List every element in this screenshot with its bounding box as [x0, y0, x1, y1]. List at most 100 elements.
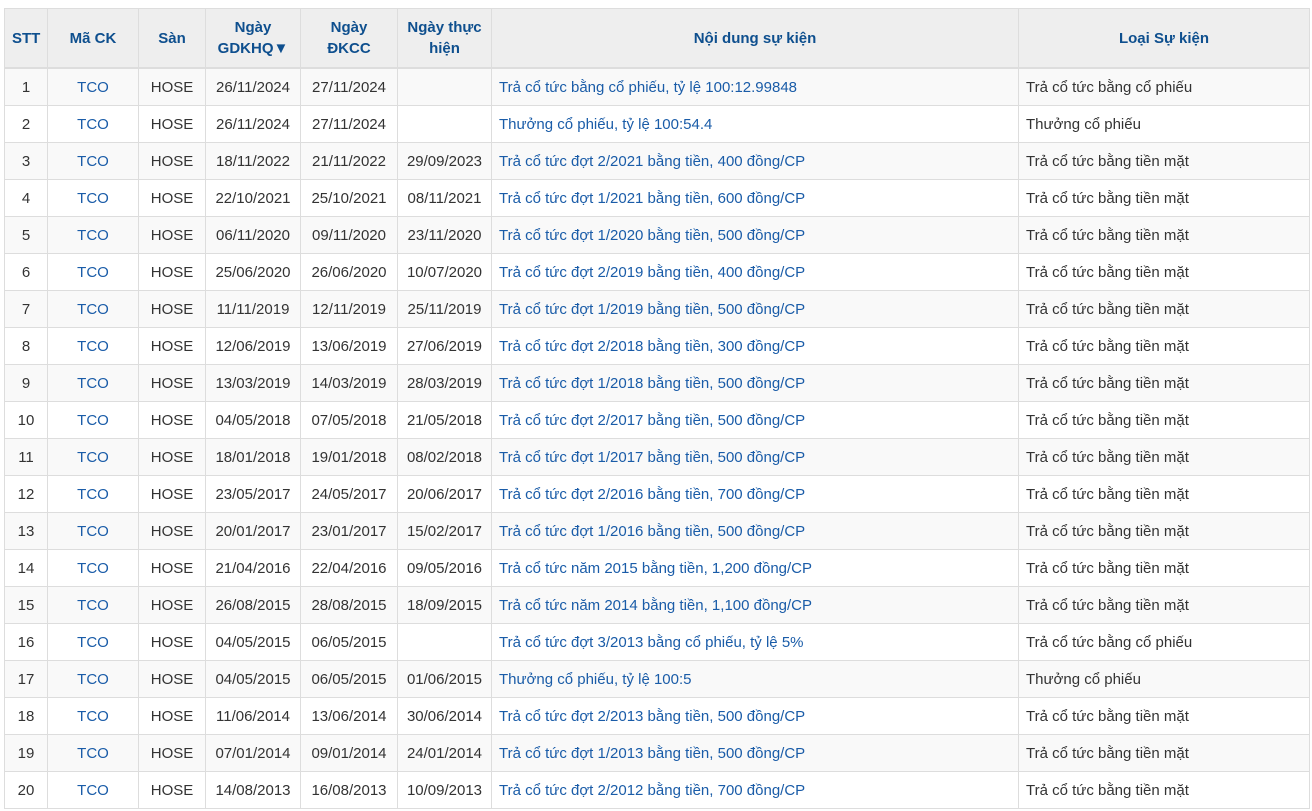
header-ex-date-sort[interactable]: Ngày GDKHQ▼ [205, 8, 301, 69]
symbol-link[interactable]: TCO [47, 660, 139, 698]
event-content-link[interactable]: Trả cổ tức đợt 2/2018 bằng tiền, 300 đồn… [491, 327, 1019, 365]
event-content-link[interactable]: Trả cổ tức đợt 1/2020 bằng tiền, 500 đồn… [491, 216, 1019, 254]
event-content-link[interactable]: Trả cổ tức đợt 1/2019 bằng tiền, 500 đồn… [491, 290, 1019, 328]
ex-date-cell: 26/11/2024 [205, 105, 301, 143]
stt-cell: 9 [4, 364, 48, 402]
table-row: 18 TCO HOSE 11/06/2014 13/06/2014 30/06/2014 T… [4, 697, 1310, 735]
event-content-link[interactable]: Trả cổ tức đợt 2/2017 bằng tiền, 500 đồn… [491, 401, 1019, 439]
ex-date-cell: 22/10/2021 [205, 179, 301, 217]
stt-cell: 11 [4, 438, 48, 476]
event-content-link[interactable]: Trả cổ tức đợt 2/2021 bằng tiền, 400 đồn… [491, 142, 1019, 180]
ex-date-cell: 04/05/2015 [205, 623, 301, 661]
record-date-cell: 24/05/2017 [300, 475, 398, 513]
event-type-cell: Trả cổ tức bằng tiền mặt [1018, 438, 1310, 476]
symbol-link[interactable]: TCO [47, 734, 139, 772]
ex-date-cell: 11/11/2019 [205, 290, 301, 328]
event-content-link[interactable]: Trả cổ tức năm 2015 bằng tiền, 1,200 đồn… [491, 549, 1019, 587]
stt-cell: 2 [4, 105, 48, 143]
symbol-link[interactable]: TCO [47, 253, 139, 291]
event-content-link[interactable]: Trả cổ tức đợt 2/2016 bằng tiền, 700 đồn… [491, 475, 1019, 513]
event-type-cell: Trả cổ tức bằng tiền mặt [1018, 734, 1310, 772]
record-date-cell: 25/10/2021 [300, 179, 398, 217]
symbol-link[interactable]: TCO [47, 697, 139, 735]
record-date-cell: 19/01/2018 [300, 438, 398, 476]
ex-date-cell: 25/06/2020 [205, 253, 301, 291]
event-content-link[interactable]: Trả cổ tức bằng cổ phiếu, tỷ lệ 100:12.9… [491, 67, 1019, 106]
exec-date-cell: 27/06/2019 [397, 327, 492, 365]
event-content-link[interactable]: Trả cổ tức đợt 1/2017 bằng tiền, 500 đồn… [491, 438, 1019, 476]
ex-date-cell: 12/06/2019 [205, 327, 301, 365]
symbol-link[interactable]: TCO [47, 512, 139, 550]
exec-date-cell: 15/02/2017 [397, 512, 492, 550]
ex-date-cell: 26/11/2024 [205, 67, 301, 106]
event-content-link[interactable]: Trả cổ tức đợt 1/2013 bằng tiền, 500 đồn… [491, 734, 1019, 772]
symbol-link[interactable]: TCO [47, 438, 139, 476]
exec-date-cell [397, 623, 492, 661]
stt-cell: 18 [4, 697, 48, 735]
symbol-link[interactable]: TCO [47, 364, 139, 402]
exec-date-cell: 21/05/2018 [397, 401, 492, 439]
event-content-link[interactable]: Trả cổ tức đợt 2/2013 bằng tiền, 500 đồn… [491, 697, 1019, 735]
record-date-cell: 09/01/2014 [300, 734, 398, 772]
event-content-link[interactable]: Trả cổ tức đợt 2/2012 bằng tiền, 700 đồn… [491, 771, 1019, 809]
stt-cell: 5 [4, 216, 48, 254]
table-row: 17 TCO HOSE 04/05/2015 06/05/2015 01/06/2015 T… [4, 660, 1310, 698]
stt-cell: 19 [4, 734, 48, 772]
symbol-link[interactable]: TCO [47, 623, 139, 661]
header-content: Nội dung sự kiện [491, 8, 1019, 69]
symbol-link[interactable]: TCO [47, 179, 139, 217]
symbol-link[interactable]: TCO [47, 142, 139, 180]
symbol-link[interactable]: TCO [47, 549, 139, 587]
stt-cell: 10 [4, 401, 48, 439]
exec-date-cell [397, 67, 492, 106]
record-date-cell: 13/06/2014 [300, 697, 398, 735]
event-content-link[interactable]: Trả cổ tức đợt 3/2013 bằng cổ phiếu, tỷ … [491, 623, 1019, 661]
stt-cell: 3 [4, 142, 48, 180]
symbol-link[interactable]: TCO [47, 401, 139, 439]
ex-date-cell: 04/05/2015 [205, 660, 301, 698]
table-row: 6 TCO HOSE 25/06/2020 26/06/2020 10/07/2020 Tr… [4, 253, 1310, 291]
symbol-link[interactable]: TCO [47, 475, 139, 513]
event-type-cell: Trả cổ tức bằng tiền mặt [1018, 142, 1310, 180]
table-row: 15 TCO HOSE 26/08/2015 28/08/2015 18/09/2015 T… [4, 586, 1310, 624]
table-row: 2 TCO HOSE 26/11/2024 27/11/2024 Thưởng cổ ph… [4, 105, 1310, 143]
table-row: 19 TCO HOSE 07/01/2014 09/01/2014 24/01/2014 T… [4, 734, 1310, 772]
exchange-cell: HOSE [138, 549, 206, 587]
stt-cell: 7 [4, 290, 48, 328]
exchange-cell: HOSE [138, 327, 206, 365]
event-type-cell: Trả cổ tức bằng tiền mặt [1018, 549, 1310, 587]
exchange-cell: HOSE [138, 771, 206, 809]
event-content-link[interactable]: Thưởng cổ phiếu, tỷ lệ 100:54.4 [491, 105, 1019, 143]
exchange-cell: HOSE [138, 253, 206, 291]
exchange-cell: HOSE [138, 364, 206, 402]
symbol-link[interactable]: TCO [47, 67, 139, 106]
stt-cell: 20 [4, 771, 48, 809]
exchange-cell: HOSE [138, 438, 206, 476]
table-row: 9 TCO HOSE 13/03/2019 14/03/2019 28/03/2019 Tr… [4, 364, 1310, 402]
symbol-link[interactable]: TCO [47, 105, 139, 143]
event-content-link[interactable]: Trả cổ tức đợt 1/2016 bằng tiền, 500 đồn… [491, 512, 1019, 550]
symbol-link[interactable]: TCO [47, 771, 139, 809]
exec-date-cell: 08/02/2018 [397, 438, 492, 476]
event-content-link[interactable]: Trả cổ tức đợt 1/2018 bằng tiền, 500 đồn… [491, 364, 1019, 402]
record-date-cell: 12/11/2019 [300, 290, 398, 328]
symbol-link[interactable]: TCO [47, 290, 139, 328]
event-content-link[interactable]: Trả cổ tức đợt 2/2019 bằng tiền, 400 đồn… [491, 253, 1019, 291]
exchange-cell: HOSE [138, 401, 206, 439]
event-content-link[interactable]: Trả cổ tức đợt 1/2021 bằng tiền, 600 đồn… [491, 179, 1019, 217]
exec-date-cell: 23/11/2020 [397, 216, 492, 254]
exchange-cell: HOSE [138, 586, 206, 624]
exec-date-cell: 24/01/2014 [397, 734, 492, 772]
event-content-link[interactable]: Trả cổ tức năm 2014 bằng tiền, 1,100 đồn… [491, 586, 1019, 624]
symbol-link[interactable]: TCO [47, 586, 139, 624]
table-row: 10 TCO HOSE 04/05/2018 07/05/2018 21/05/2018 T… [4, 401, 1310, 439]
stt-cell: 17 [4, 660, 48, 698]
ex-date-cell: 18/01/2018 [205, 438, 301, 476]
event-content-link[interactable]: Thưởng cổ phiếu, tỷ lệ 100:5 [491, 660, 1019, 698]
ex-date-cell: 23/05/2017 [205, 475, 301, 513]
symbol-link[interactable]: TCO [47, 327, 139, 365]
ex-date-cell: 06/11/2020 [205, 216, 301, 254]
symbol-link[interactable]: TCO [47, 216, 139, 254]
stt-cell: 14 [4, 549, 48, 587]
exec-date-cell: 09/05/2016 [397, 549, 492, 587]
